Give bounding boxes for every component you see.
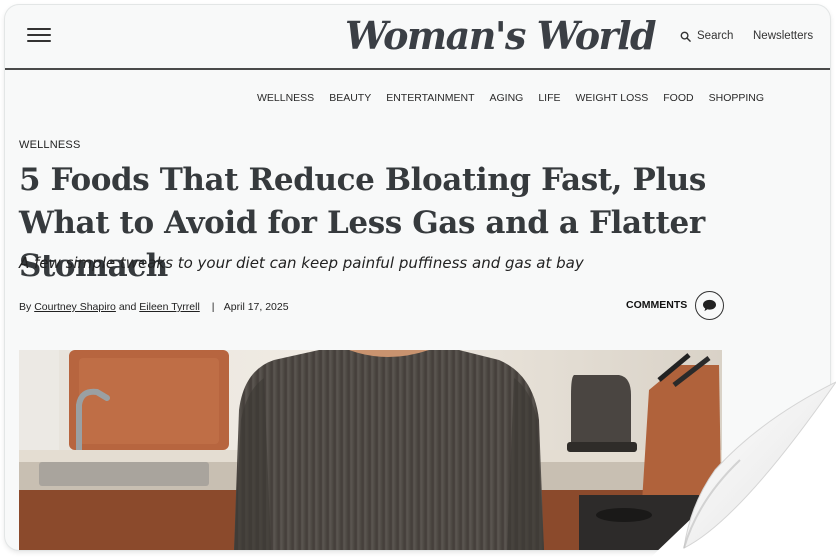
comments-label: COMMENTS [626, 299, 688, 311]
newsletters-link[interactable]: Newsletters [753, 27, 813, 45]
search-button[interactable]: Search [680, 27, 733, 45]
speech-bubble-icon [703, 299, 717, 311]
hero-image [19, 350, 722, 550]
header-divider [5, 68, 830, 70]
comments-button[interactable]: COMMENTS [626, 290, 725, 320]
publish-date: April 17, 2025 [223, 301, 289, 313]
hero-photo-kitchen [19, 350, 722, 550]
byline-prefix: By [19, 301, 32, 313]
byline-separator: | [211, 301, 215, 313]
site-logo[interactable]: Woman's World [345, 11, 657, 61]
nav-item-shopping[interactable]: SHOPPING [709, 89, 764, 107]
category-nav: WELLNESS BEAUTY ENTERTAINMENT AGING LIFE… [257, 89, 764, 107]
nav-item-aging[interactable]: AGING [489, 89, 523, 107]
author-link-2[interactable]: Eileen Tyrrell [139, 301, 200, 313]
search-label: Search [697, 30, 734, 42]
menu-icon[interactable] [27, 28, 51, 44]
article-subheadline: A few simple tweaks to your diet can kee… [19, 254, 584, 272]
nav-item-beauty[interactable]: BEAUTY [329, 89, 371, 107]
nav-item-entertainment[interactable]: ENTERTAINMENT [386, 89, 474, 107]
byline-and: and [118, 301, 137, 313]
nav-item-weight-loss[interactable]: WEIGHT LOSS [576, 89, 649, 107]
search-icon [680, 31, 691, 42]
nav-item-food[interactable]: FOOD [663, 89, 693, 107]
browser-page: Woman's World Search Newsletters WELLNES… [5, 5, 830, 550]
article-category[interactable]: WELLNESS [19, 139, 81, 151]
comments-bubble [695, 290, 725, 320]
nav-item-life[interactable]: LIFE [538, 89, 560, 107]
article-byline: By Courtney Shapiro and Eileen Tyrrell |… [19, 299, 289, 315]
site-header: Woman's World Search Newsletters [5, 5, 830, 69]
nav-item-wellness[interactable]: WELLNESS [257, 89, 314, 107]
author-link-1[interactable]: Courtney Shapiro [34, 301, 116, 313]
